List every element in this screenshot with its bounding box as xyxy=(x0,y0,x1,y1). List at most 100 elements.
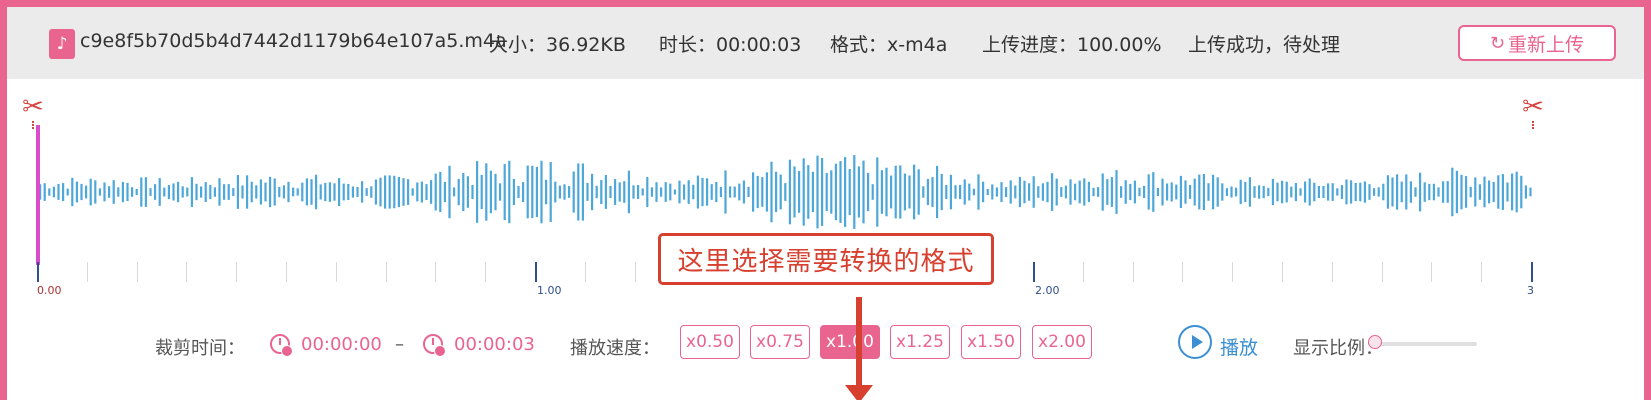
ruler-tick xyxy=(37,262,39,282)
waveform-bar xyxy=(1331,183,1334,201)
waveform-bar xyxy=(917,169,920,215)
waveform-bar xyxy=(940,173,943,211)
waveform-bar xyxy=(154,184,157,200)
waveform-bar xyxy=(319,184,322,200)
waveform-bar xyxy=(761,177,764,207)
speed-button-2.00[interactable]: x2.00 xyxy=(1032,325,1092,359)
playhead[interactable] xyxy=(36,125,40,265)
trim-start-time[interactable]: 00:00:00 xyxy=(301,334,382,355)
file-name: c9e8f5b70d5b4d7442d1179b64e107a5.m4a xyxy=(80,30,507,52)
waveform-bar xyxy=(218,178,221,206)
waveform-bar xyxy=(885,167,888,217)
ruler-tick xyxy=(286,262,287,282)
waveform-bar xyxy=(1064,185,1067,199)
waveform-bar xyxy=(627,170,630,214)
speed-button-0.75[interactable]: x0.75 xyxy=(750,325,810,359)
waveform-bar xyxy=(508,160,511,224)
play-button-label[interactable]: 播放 xyxy=(1220,333,1258,360)
zoom-slider[interactable] xyxy=(1372,342,1477,346)
waveform-bar xyxy=(1009,180,1012,204)
waveform-bar xyxy=(177,181,180,203)
trim-separator: – xyxy=(395,334,404,355)
waveform-bar xyxy=(1101,173,1104,211)
waveform-bar xyxy=(292,187,295,197)
waveform-bar xyxy=(1014,185,1017,199)
waveform-bar xyxy=(1046,181,1049,203)
waveform-bar xyxy=(503,164,506,220)
waveform-bar xyxy=(1055,178,1058,206)
waveform-bar xyxy=(646,177,649,207)
waveform-bar xyxy=(1520,175,1523,209)
audio-waveform[interactable] xyxy=(7,147,1644,237)
trim-start-handle-scissors-icon[interactable]: ✂ xyxy=(19,93,47,121)
waveform-bar xyxy=(324,182,327,202)
waveform-bar xyxy=(706,178,709,206)
waveform-bar xyxy=(407,179,410,205)
speed-button-1.00[interactable]: x1.00 xyxy=(820,325,880,359)
ruler-tick xyxy=(1182,262,1184,282)
waveform-bar xyxy=(1345,179,1348,205)
waveform-bar xyxy=(1216,177,1219,207)
ruler-tick xyxy=(1282,262,1283,282)
waveform-bar xyxy=(1143,185,1146,198)
waveform-bar xyxy=(1161,178,1164,206)
zoom-slider-handle[interactable] xyxy=(1368,335,1382,349)
format-hint-annotation: 这里选择需要转换的格式 xyxy=(658,233,994,285)
trim-end-handle-scissors-icon[interactable]: ✂ xyxy=(1519,93,1547,121)
waveform-bar xyxy=(683,184,686,200)
waveform-bar xyxy=(568,186,571,198)
waveform-bar xyxy=(1069,179,1072,205)
waveform-bar xyxy=(577,163,580,221)
waveform-bar xyxy=(1225,188,1228,196)
waveform-bar xyxy=(1276,182,1279,202)
waveform-bar xyxy=(1488,180,1491,204)
waveform-bar xyxy=(982,181,985,203)
waveform-bar xyxy=(384,175,387,209)
waveform-bar xyxy=(788,159,791,225)
waveform-bar xyxy=(756,175,759,209)
waveform-bar xyxy=(1258,185,1261,199)
waveform-bar xyxy=(278,186,281,198)
waveform-bar xyxy=(581,163,584,221)
waveform-bar xyxy=(66,188,69,196)
waveform-bar xyxy=(549,162,552,222)
waveform-bar xyxy=(949,174,952,210)
waveform-bar xyxy=(604,175,607,209)
waveform-bar xyxy=(1419,172,1422,212)
waveform-bar xyxy=(853,155,856,229)
waveform-bar xyxy=(563,184,566,200)
waveform-bar xyxy=(1524,185,1527,199)
start-time-clock-icon[interactable] xyxy=(270,334,293,357)
waveform-bar xyxy=(1087,181,1090,203)
playback-speed-label: 播放速度： xyxy=(570,338,660,359)
waveform-bar xyxy=(1363,181,1366,203)
waveform-bar xyxy=(572,171,575,213)
reupload-button[interactable]: ↻ 重新上传 xyxy=(1458,25,1616,61)
waveform-bar xyxy=(1359,182,1362,202)
waveform-bar xyxy=(1115,170,1118,214)
waveform-bar xyxy=(1267,187,1270,197)
waveform-bar xyxy=(131,187,134,197)
waveform-bar xyxy=(512,179,515,205)
play-icon[interactable] xyxy=(1178,325,1212,359)
arrow-down-icon xyxy=(845,385,873,400)
waveform-bar xyxy=(729,186,732,198)
speed-button-1.50[interactable]: x1.50 xyxy=(961,325,1021,359)
waveform-bar xyxy=(296,188,299,196)
waveform-bar xyxy=(959,184,962,200)
speed-button-1.25[interactable]: x1.25 xyxy=(890,325,950,359)
trim-end-time[interactable]: 00:00:03 xyxy=(454,334,535,355)
waveform-bar xyxy=(1074,183,1077,201)
end-time-clock-icon[interactable] xyxy=(423,334,446,357)
waveform-bar xyxy=(857,166,860,218)
waveform-bar xyxy=(1248,177,1251,207)
waveform-bar xyxy=(1465,176,1468,208)
waveform-bar xyxy=(977,174,980,210)
speed-button-0.50[interactable]: x0.50 xyxy=(680,325,740,359)
waveform-bar xyxy=(347,184,350,200)
ruler-label-2: 2.00 xyxy=(1035,284,1060,297)
waveform-bar xyxy=(1478,184,1481,200)
waveform-bar xyxy=(1239,179,1242,205)
waveform-bar xyxy=(765,172,768,212)
waveform-bar xyxy=(531,165,534,219)
